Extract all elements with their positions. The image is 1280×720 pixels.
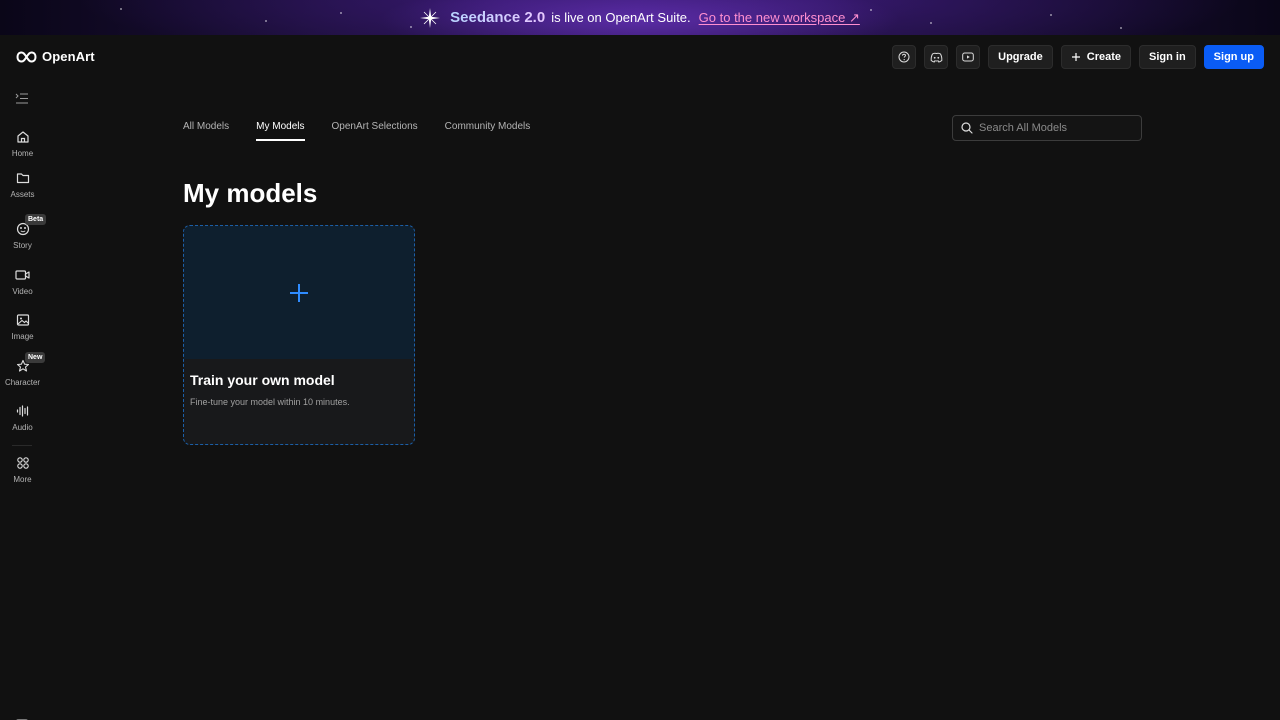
sidebar-item-label: Image [11,332,34,341]
tab-community-models[interactable]: Community Models [445,121,531,141]
discord-button[interactable] [924,45,949,69]
banner-text: is live on OpenArt Suite. [551,10,691,25]
card-title: Train your own model [190,372,335,388]
search-input[interactable] [979,122,1129,134]
sidebar-toggle-button[interactable] [15,91,29,109]
banner-star [1120,27,1122,29]
help-button[interactable] [892,45,917,69]
logo-text: OpenArt [42,49,95,64]
tab-all-models[interactable]: All Models [183,121,229,141]
new-badge: New [25,352,46,363]
banner-star [120,8,122,10]
help-icon [898,51,910,63]
banner-star [930,22,932,24]
sidebar-item-label: Character [4,378,41,387]
sidebar-item-story[interactable]: Story [0,222,45,250]
sign-up-label: Sign up [1213,51,1254,63]
video-icon [15,270,30,280]
banner-brand: Seedance 2.0 [450,9,546,26]
sidebar-item-character[interactable]: Character [0,359,45,387]
tab-my-models[interactable]: My Models [256,121,305,141]
header-actions: Upgrade Create Sign in Sign up [892,45,1264,69]
plus-icon [1071,53,1080,61]
sidebar-divider [12,445,32,446]
beta-badge: Beta [25,214,47,225]
discord-icon [930,52,942,63]
folder-icon [16,173,29,184]
sign-up-button[interactable]: Sign up [1203,45,1264,69]
youtube-icon [962,52,974,62]
sidebar-item-more[interactable]: More [0,456,45,484]
sidebar-item-audio[interactable]: Audio [0,404,45,432]
model-tabs: All Models My Models OpenArt Selections … [183,121,530,141]
train-model-card[interactable]: Train your own model Fine-tune your mode… [183,225,415,445]
search-icon [961,122,973,134]
announcement-banner: Seedance 2.0 is live on OpenArt Suite. G… [0,0,1280,35]
banner-star [410,26,412,28]
sidebar-item-label: Story [13,241,32,250]
audio-icon [16,405,28,417]
youtube-button[interactable] [956,45,981,69]
create-label: Create [1086,51,1121,63]
sparkle-icon [420,7,441,28]
banner-star [265,20,267,22]
sidebar-item-label: More [13,475,32,484]
plus-icon [290,283,308,302]
sidebar-item-video[interactable]: Video [0,268,45,296]
grid-icon [16,457,29,469]
banner-star [870,9,872,11]
upgrade-button[interactable]: Upgrade [988,45,1053,69]
settings-button[interactable] [15,713,29,720]
search-box [952,115,1142,141]
sidebar-item-assets[interactable]: Assets [0,171,45,199]
sidebar-item-label: Audio [12,423,33,432]
upgrade-label: Upgrade [998,51,1043,63]
sidebar-item-image[interactable]: Image [0,313,45,341]
sign-in-button[interactable]: Sign in [1139,45,1196,69]
page-title: My models [183,178,318,208]
sidebar: Home Assets Story Beta Video Image Chara… [0,80,47,720]
menu-collapse-icon [15,93,28,104]
banner-star [340,12,342,14]
image-icon [16,314,29,326]
sign-in-label: Sign in [1149,51,1186,63]
openart-logo[interactable]: OpenArt [16,49,95,64]
tab-openart-selections[interactable]: OpenArt Selections [332,121,418,141]
card-description: Fine-tune your model within 10 minutes. [190,397,350,407]
home-icon [16,131,29,143]
banner-star [1050,14,1052,16]
top-header: OpenArt Upgrade Create Sign in Sign up [0,35,1280,80]
infinity-logo-icon [16,50,37,63]
sidebar-item-label: Assets [10,190,35,199]
sidebar-item-label: Video [12,287,33,296]
banner-workspace-link[interactable]: Go to the new workspace ↗ [699,10,860,26]
sidebar-item-home[interactable]: Home [0,130,45,158]
sidebar-item-label: Home [11,149,34,158]
card-thumbnail [184,226,414,359]
create-button[interactable]: Create [1060,45,1131,69]
